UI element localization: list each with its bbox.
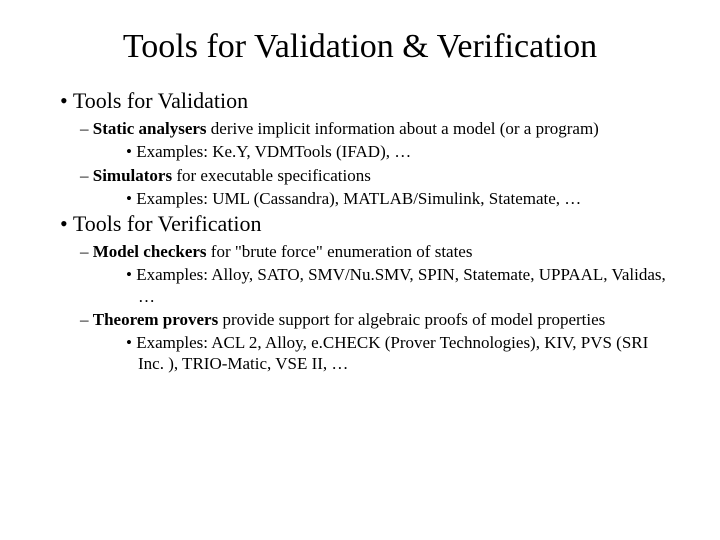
- validation-item-static-analysers: Static analysers derive implicit informa…: [46, 118, 674, 139]
- rest-text: for executable specifications: [172, 166, 371, 185]
- verification-item-theorem-provers: Theorem provers provide support for alge…: [46, 309, 674, 330]
- rest-text: derive implicit information about a mode…: [207, 119, 599, 138]
- verification-item-theorem-provers-examples: Examples: ACL 2, Alloy, e.CHECK (Prover …: [46, 332, 674, 375]
- validation-item-simulators-examples: Examples: UML (Cassandra), MATLAB/Simuli…: [46, 188, 674, 209]
- section-verification-heading: Tools for Verification: [46, 211, 674, 237]
- lead-text: Model checkers: [93, 242, 207, 261]
- lead-text: Theorem provers: [93, 310, 218, 329]
- section-validation-heading: Tools for Validation: [46, 88, 674, 114]
- rest-text: provide support for algebraic proofs of …: [218, 310, 605, 329]
- rest-text: for "brute force" enumeration of states: [207, 242, 473, 261]
- validation-item-static-analysers-examples: Examples: Ke.Y, VDMTools (IFAD), …: [46, 141, 674, 162]
- verification-item-model-checkers-examples: Examples: Alloy, SATO, SMV/Nu.SMV, SPIN,…: [46, 264, 674, 307]
- slide-title: Tools for Validation & Verification: [46, 28, 674, 66]
- lead-text: Static analysers: [93, 119, 207, 138]
- lead-text: Simulators: [93, 166, 172, 185]
- validation-item-simulators: Simulators for executable specifications: [46, 165, 674, 186]
- verification-item-model-checkers: Model checkers for "brute force" enumera…: [46, 241, 674, 262]
